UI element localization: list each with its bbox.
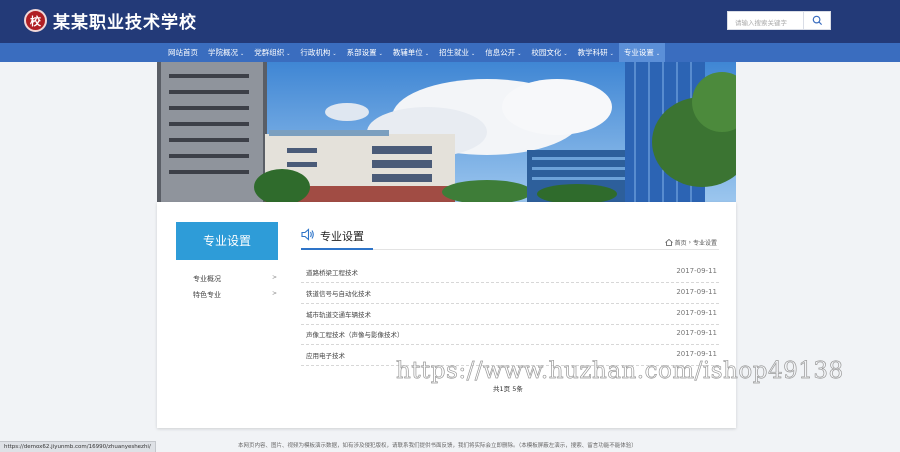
pagination-summary: 共1页 5条 <box>493 385 523 393</box>
section-header: 专业设置 首页 › 专业设置 <box>301 227 719 250</box>
content-card: 专业设置 专业概况 > 特色专业 > 专业设置 首页 › 专业设置 道路桥梁工程… <box>157 202 736 428</box>
footer-notice: 本网页内容、图片、视频为模板演示数据，如有涉及侵犯版权，请联系我们提供书面反馈，… <box>238 443 637 449</box>
speaker-icon <box>301 228 314 241</box>
chevron-right-icon: > <box>271 290 277 297</box>
breadcrumb-current: 专业设置 <box>692 240 717 247</box>
search-button[interactable] <box>804 11 831 30</box>
nav-item-info[interactable]: 信息公开 ⌄ <box>480 43 526 62</box>
list-item[interactable]: 道路桥梁工程技术 2017-09-11 <box>301 262 719 283</box>
nav-item-admissions[interactable]: 招生就业 ⌄ <box>434 43 480 62</box>
nav-list: 网站首页 学院概况 ⌄ 党群组织 ⌄ 行政机构 ⌄ 系部设置 ⌄ 教辅单位 ⌄ 招生就业 ⌄… <box>163 43 666 62</box>
list-item[interactable]: 声像工程技术（声像与影像技术） 2017-09-11 <box>301 324 719 345</box>
site-logo[interactable]: 校 某某职业技术学校 <box>24 8 197 33</box>
breadcrumb: 首页 › 专业设置 <box>664 238 717 247</box>
nav-item-home[interactable]: 网站首页 <box>163 43 203 62</box>
sidebar-item-overview[interactable]: 专业概况 > <box>193 274 277 284</box>
section-title: 专业设置 <box>320 230 364 243</box>
list-item-date: 2017-09-11 <box>676 350 717 358</box>
nav-item-party[interactable]: 党群组织 ⌄ <box>249 43 295 62</box>
chevron-right-icon: > <box>271 274 277 281</box>
list-item-date: 2017-09-11 <box>676 267 717 275</box>
campus-banner-image <box>157 62 736 202</box>
breadcrumb-home[interactable]: 首页 <box>675 238 687 247</box>
search-input[interactable]: 请输入搜索关键字 <box>727 11 804 30</box>
list-item-title[interactable]: 铁道信号与自动化技术 <box>306 288 371 298</box>
nav-item-majors[interactable]: 专业设置 ⌄ <box>618 43 666 62</box>
school-name: 某某职业技术学校 <box>53 13 197 33</box>
watermark-text: https://www.huzhan.com/ishop49138 <box>396 358 844 385</box>
list-item-title[interactable]: 道路桥梁工程技术 <box>306 267 358 277</box>
main-nav: 网站首页 学院概况 ⌄ 党群组织 ⌄ 行政机构 ⌄ 系部设置 ⌄ 教辅单位 ⌄ 招生就业 ⌄… <box>0 43 900 62</box>
list-item-title[interactable]: 应用电子技术 <box>306 350 345 360</box>
nav-item-admin[interactable]: 行政机构 ⌄ <box>295 43 341 62</box>
school-seal-icon: 校 <box>24 9 47 32</box>
nav-item-support[interactable]: 教辅单位 ⌄ <box>388 43 434 62</box>
list-item-title[interactable]: 声像工程技术（声像与影像技术） <box>306 329 404 339</box>
nav-item-research[interactable]: 教学科研 ⌄ <box>573 43 619 62</box>
breadcrumb-separator: › <box>688 239 691 246</box>
sidebar-title: 专业设置 <box>176 222 278 260</box>
nav-item-overview[interactable]: 学院概况 ⌄ <box>203 43 249 62</box>
site-header: 校 某某职业技术学校 请输入搜索关键字 <box>0 0 900 43</box>
list-item[interactable]: 铁道信号与自动化技术 2017-09-11 <box>301 283 719 304</box>
home-icon <box>664 239 673 246</box>
nav-item-culture[interactable]: 校园文化 ⌄ <box>526 43 572 62</box>
section-title-underline <box>301 248 373 250</box>
nav-item-departments[interactable]: 系部设置 ⌄ <box>342 43 388 62</box>
list-item-title[interactable]: 城市轨道交通车辆技术 <box>306 309 371 319</box>
status-bar-url: https://demox62.jiyunmb.com/16990/zhuany… <box>0 441 156 452</box>
list-item-date: 2017-09-11 <box>676 309 717 317</box>
list-item-date: 2017-09-11 <box>676 288 717 296</box>
list-item[interactable]: 城市轨道交通车辆技术 2017-09-11 <box>301 304 719 325</box>
search-icon <box>812 15 822 26</box>
list-item-date: 2017-09-11 <box>676 329 717 337</box>
sidebar-item-featured[interactable]: 特色专业 > <box>193 290 277 300</box>
